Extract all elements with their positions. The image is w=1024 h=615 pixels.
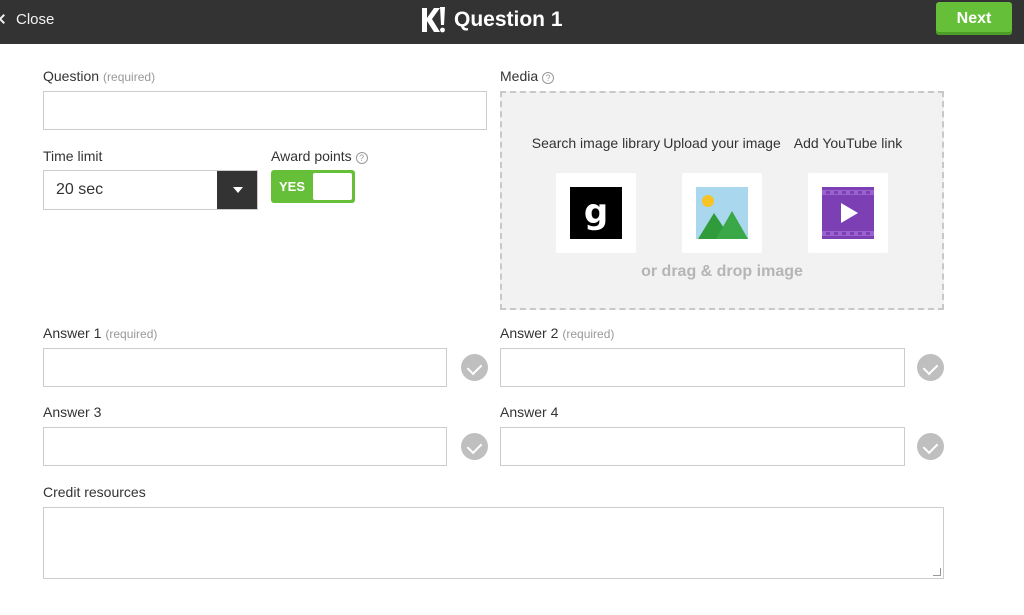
- kahoot-logo-icon: [422, 7, 445, 33]
- drag-drop-hint: or drag & drop image: [641, 263, 803, 280]
- add-youtube-option[interactable]: Add YouTube link: [783, 133, 913, 253]
- credit-resources-textarea[interactable]: [43, 507, 944, 579]
- question-required-hint: (required): [103, 70, 156, 84]
- search-image-library-label: Search image library: [531, 135, 661, 151]
- toggle-state-text: YES: [279, 179, 306, 194]
- answer-2-input[interactable]: [500, 348, 905, 387]
- answer-2-correct-toggle[interactable]: [917, 354, 944, 381]
- upload-image-label: Upload your image: [663, 135, 781, 151]
- answer-1-correct-toggle[interactable]: [461, 354, 488, 381]
- question-label: Question (required): [43, 68, 155, 84]
- answer-4-label: Answer 4: [500, 404, 559, 420]
- answer-3-input[interactable]: [43, 427, 447, 466]
- media-label: Media?: [500, 68, 555, 84]
- toggle-knob: [313, 173, 352, 200]
- media-label-text: Media: [500, 68, 539, 84]
- award-points-label-text: Award points: [271, 148, 352, 164]
- help-icon[interactable]: ?: [355, 152, 368, 164]
- time-limit-select[interactable]: 20 sec: [43, 170, 258, 210]
- upload-image-tile[interactable]: [682, 173, 762, 253]
- svg-text:g: g: [584, 192, 608, 232]
- answer-3-label: Answer 3: [43, 404, 102, 420]
- answer-1-label: Answer 1 (required): [43, 325, 157, 341]
- image-upload-icon: [696, 187, 748, 239]
- question-title: Question 1: [454, 8, 563, 31]
- close-button[interactable]: Close: [0, 0, 54, 38]
- chevron-down-icon[interactable]: [217, 171, 257, 209]
- media-dropzone[interactable]: Search image library g Upload your image…: [500, 91, 944, 310]
- question-input[interactable]: [43, 91, 487, 130]
- top-bar: Close Question 1 Next: [0, 0, 1024, 44]
- help-icon[interactable]: ?: [542, 72, 555, 84]
- time-limit-label: Time limit: [43, 148, 103, 164]
- answer-4-correct-toggle[interactable]: [917, 433, 944, 460]
- answer-2-required-hint: (required): [562, 327, 615, 341]
- add-youtube-tile[interactable]: [808, 173, 888, 253]
- answer-2-label: Answer 2 (required): [500, 325, 614, 341]
- answer-1-label-text: Answer 1: [43, 325, 102, 341]
- answer-2-label-text: Answer 2: [500, 325, 559, 341]
- answer-4-input[interactable]: [500, 427, 905, 466]
- resize-handle-icon[interactable]: [933, 568, 941, 576]
- time-limit-value: 20 sec: [56, 181, 104, 198]
- close-label: Close: [16, 10, 55, 28]
- answer-1-input[interactable]: [43, 348, 447, 387]
- add-youtube-label: Add YouTube link: [793, 135, 903, 151]
- getty-g-icon: g: [570, 187, 622, 239]
- video-play-icon: [822, 187, 874, 239]
- credit-resources-label: Credit resources: [43, 484, 146, 500]
- answer-1-required-hint: (required): [105, 327, 158, 341]
- search-image-library-option[interactable]: Search image library g: [531, 133, 661, 253]
- next-button[interactable]: Next: [936, 2, 1012, 35]
- answer-3-correct-toggle[interactable]: [461, 433, 488, 460]
- upload-image-option[interactable]: Upload your image: [657, 133, 787, 253]
- award-points-label: Award points?: [271, 148, 368, 164]
- close-icon: [0, 12, 8, 26]
- question-label-text: Question: [43, 68, 100, 84]
- search-image-library-tile[interactable]: g: [556, 173, 636, 253]
- award-points-toggle[interactable]: YES: [271, 170, 355, 203]
- page-title: Question 1: [420, 5, 563, 35]
